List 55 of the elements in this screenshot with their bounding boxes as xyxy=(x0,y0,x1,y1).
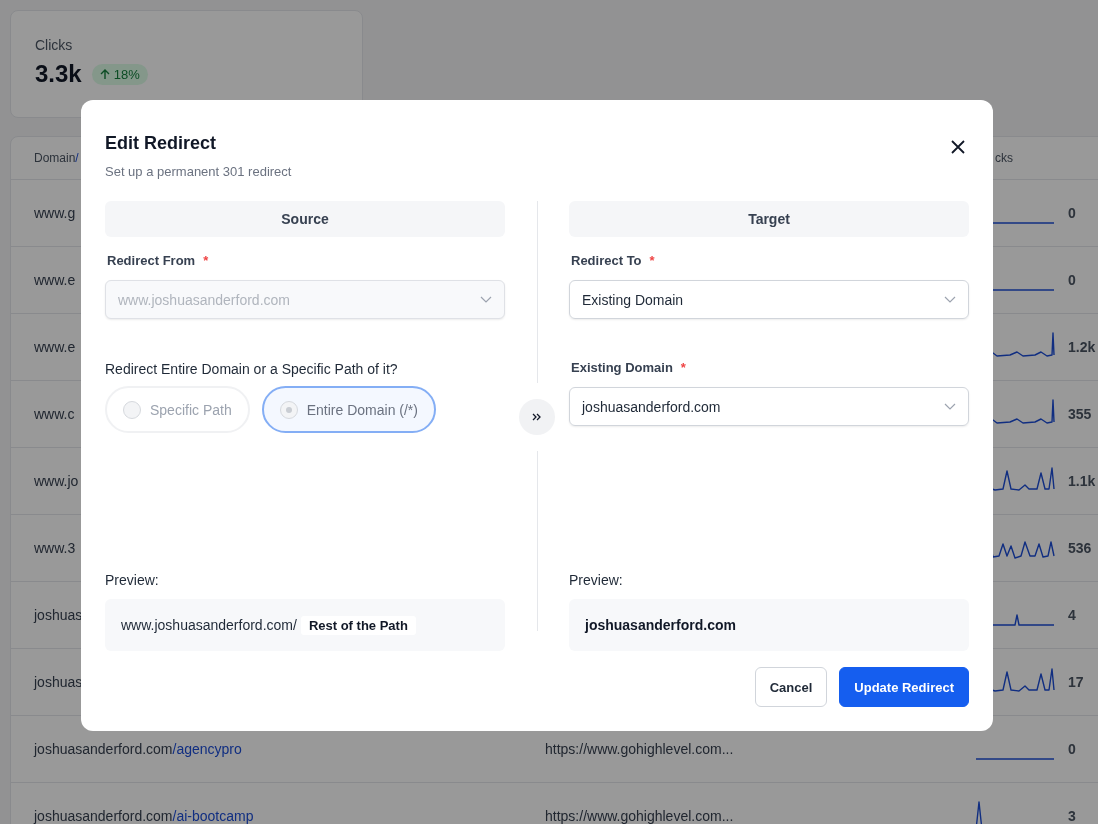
preview-label: Preview: xyxy=(105,572,160,588)
clicks-count: 0 xyxy=(1068,205,1076,221)
update-button[interactable]: Update Redirect xyxy=(839,667,969,707)
close-icon xyxy=(951,140,965,154)
stat-label: Clicks xyxy=(35,37,74,53)
clicks-count: 4 xyxy=(1068,607,1076,623)
domain-select[interactable]: joshuasanderford.com xyxy=(569,387,969,426)
target-heading: Target xyxy=(569,201,969,237)
chevron-down-icon xyxy=(480,296,492,303)
domain-link[interactable]: www.e xyxy=(34,272,76,288)
domain-link[interactable]: joshuas xyxy=(34,674,83,690)
target-url: https://www.gohighlevel.com... xyxy=(545,808,734,824)
domain-link[interactable]: www.g xyxy=(34,205,76,221)
dialog-subtitle: Set up a permanent 301 redirect xyxy=(105,164,292,179)
target-url: https://www.gohighlevel.com... xyxy=(545,741,734,757)
preview-url: www.joshuasanderford.com/ xyxy=(121,617,297,633)
field-label: Redirect From xyxy=(107,253,196,269)
clicks-count: 0 xyxy=(1068,272,1076,288)
chevron-down-icon xyxy=(944,403,956,410)
required-mark: * xyxy=(649,253,655,269)
clicks-count: 0 xyxy=(1068,741,1076,757)
column-header: Domain/ xyxy=(34,151,79,165)
source-heading: Source xyxy=(105,201,505,237)
change-badge: 18% xyxy=(91,63,148,85)
clicks-count: 17 xyxy=(1068,674,1084,690)
domain-link[interactable]: joshuasanderford.com/ai-bootcamp xyxy=(34,808,254,824)
preview-label: Preview: xyxy=(569,572,624,588)
domain-link[interactable]: www.3 xyxy=(34,540,76,556)
chevron-down-icon xyxy=(944,296,956,303)
required-mark: * xyxy=(680,360,686,376)
required-mark: * xyxy=(203,253,209,269)
double-chevron-icon xyxy=(532,413,542,421)
stat-value: 3.3k xyxy=(35,60,82,88)
preview-url: joshuasanderford.com xyxy=(585,617,736,633)
clicks-count: 1.2k xyxy=(1068,339,1096,355)
domain-link[interactable]: www.jo xyxy=(34,473,79,489)
redirect-to-select[interactable]: Existing Domain xyxy=(569,280,969,319)
arrow-up-icon xyxy=(99,68,110,80)
scope-question: Redirect Entire Domain or a Specific Path of it? xyxy=(105,361,399,377)
field-label: Existing Domain xyxy=(571,360,673,376)
clicks-count: 3 xyxy=(1068,808,1076,824)
clicks-count: 355 xyxy=(1068,406,1092,422)
domain-link[interactable]: joshuas xyxy=(34,607,83,623)
domain-link[interactable]: joshuasanderford.com/agencypro xyxy=(34,741,242,757)
domain-link[interactable]: www.e xyxy=(34,339,76,355)
cancel-button[interactable]: Cancel xyxy=(754,667,828,707)
path-chip: Rest of the Path xyxy=(300,615,416,635)
clicks-count: 1.1k xyxy=(1068,473,1096,489)
domain-link[interactable]: www.c xyxy=(34,406,75,422)
scope-option[interactable]: Entire Domain (/*) xyxy=(261,386,436,433)
field-label: Redirect To xyxy=(571,253,642,269)
dialog-title: Edit Redirect xyxy=(105,133,218,154)
clicks-count: 536 xyxy=(1068,540,1092,556)
column-header: cks xyxy=(994,151,1013,165)
sparkline xyxy=(975,801,983,824)
